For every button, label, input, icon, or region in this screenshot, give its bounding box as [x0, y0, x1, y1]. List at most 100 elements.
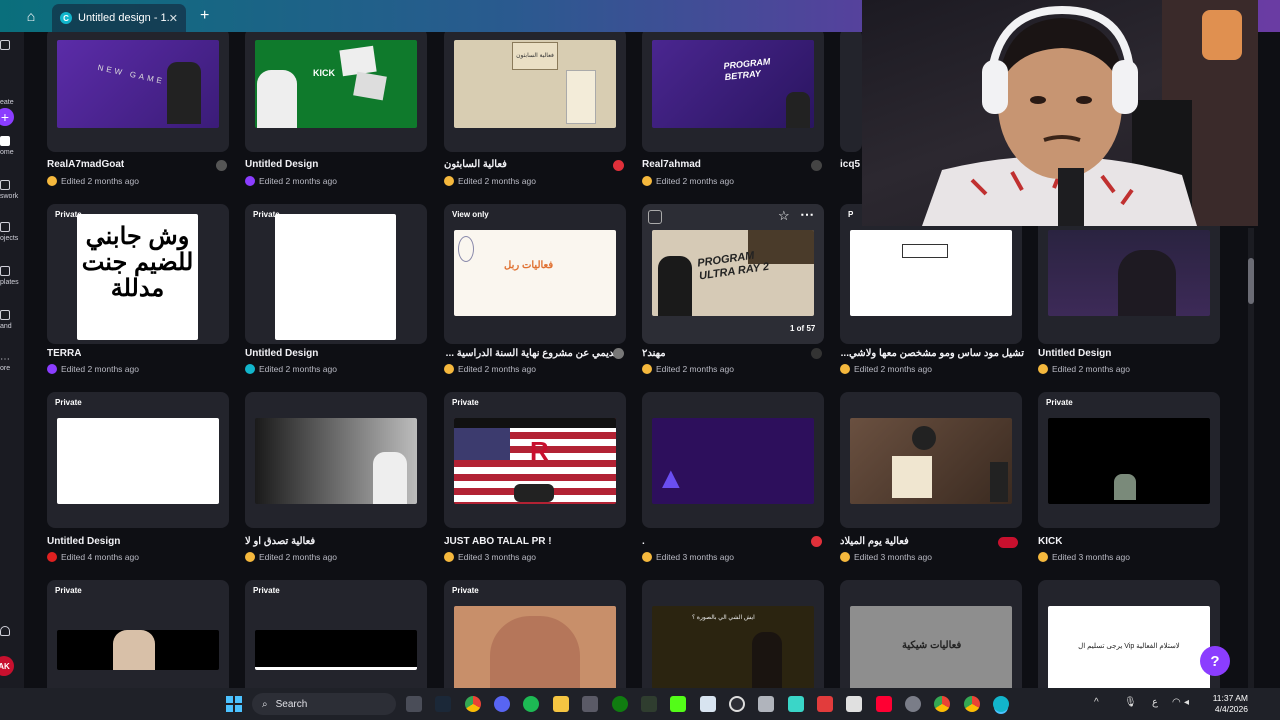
design-card[interactable]: Private — [444, 580, 626, 688]
owner-icon — [613, 160, 624, 171]
character-figure — [113, 630, 155, 670]
content-scrollbar[interactable] — [1248, 228, 1254, 688]
design-card[interactable]: فعالية السابثون — [444, 32, 626, 152]
thumb-text: ايش الشي الي بالصورة ؟ — [692, 615, 755, 621]
design-title[interactable]: Untitled Design — [47, 536, 120, 547]
new-tab-icon[interactable]: + — [200, 7, 209, 25]
adobe-icon[interactable] — [876, 696, 892, 712]
design-title[interactable]: RealA7madGoat — [47, 159, 124, 170]
design-card[interactable]: View only فعاليات ربل — [444, 204, 626, 344]
design-card[interactable] — [840, 392, 1022, 528]
design-card[interactable]: KICK — [245, 32, 427, 152]
rail-brand[interactable]: and — [0, 310, 24, 330]
design-title[interactable]: . — [642, 536, 645, 547]
design-title[interactable]: تشيل مود ساس ومو مشخصن معها ولاشي... — [840, 348, 1024, 359]
create-button[interactable]: + — [0, 108, 14, 126]
design-edited: Edited 2 months ago — [47, 176, 139, 186]
rail-projects[interactable]: ojects — [0, 222, 24, 242]
owner-avatar-icon — [245, 364, 255, 374]
steam-icon[interactable] — [435, 696, 451, 712]
notifications-bell-icon[interactable] — [0, 626, 24, 639]
design-card[interactable]: PROGRAM BETRAY — [642, 32, 824, 152]
design-thumbnail — [255, 630, 417, 670]
design-title[interactable]: Untitled Design — [1038, 348, 1111, 359]
design-edited: Edited 3 months ago — [642, 552, 734, 562]
design-card[interactable]: Private — [245, 580, 427, 688]
taskbar-search[interactable]: ⌕ Search — [252, 693, 396, 715]
wifi-icon[interactable]: ◠ — [1172, 697, 1181, 708]
design-card[interactable]: Private — [47, 580, 229, 688]
design-edited: Edited 2 months ago — [444, 364, 536, 374]
taskbar-clock[interactable]: 11:37 AM 4/4/2026 — [1200, 693, 1248, 715]
settings-gear-icon[interactable] — [905, 696, 921, 712]
capcut-app-icon[interactable] — [846, 696, 862, 712]
kick-icon[interactable] — [670, 696, 686, 712]
design-card[interactable]: يرجى تسليم ال Vip لاستلام الفعالية — [1038, 580, 1220, 688]
design-card[interactable]: Private وش جابني للضيم جنت مدللة — [47, 204, 229, 344]
rail-panel-icon[interactable] — [0, 40, 24, 53]
recycle-icon[interactable] — [758, 696, 774, 712]
owner-avatar-icon — [444, 176, 454, 186]
design-title[interactable]: فعالية السابثون — [444, 159, 507, 170]
volume-icon[interactable]: ◂ — [1184, 697, 1189, 708]
design-title[interactable]: KICK — [1038, 536, 1062, 547]
home-tab-icon[interactable]: ⌂ — [16, 2, 46, 30]
tab-close-icon[interactable]: ✕ — [169, 12, 178, 25]
design-title[interactable]: فعالية تصدق او لا — [245, 536, 315, 547]
design-card[interactable]: ايش الشي الي بالصورة ؟ — [642, 580, 824, 688]
design-card[interactable]: Private R — [444, 392, 626, 528]
design-card[interactable]: فعاليات شيكية — [840, 580, 1022, 688]
design-title[interactable]: مهند٢ — [642, 348, 666, 359]
clock-date: 4/4/2026 — [1214, 704, 1248, 714]
design-title[interactable]: icq5 — [840, 159, 862, 170]
rail-more[interactable]: ⋯ ore — [0, 354, 24, 372]
teams-icon[interactable] — [788, 696, 804, 712]
design-title[interactable]: فعالية يوم الميلاد — [840, 536, 909, 547]
canva-icon[interactable] — [993, 696, 1009, 712]
design-title[interactable]: Real7ahmad — [642, 159, 701, 170]
store-icon[interactable] — [582, 696, 598, 712]
design-card[interactable]: NEW GAME — [47, 32, 229, 152]
chrome-icon[interactable] — [465, 696, 481, 712]
keyboard-language[interactable]: ع — [1152, 697, 1158, 708]
microphone-icon[interactable]: 🎙 — [1124, 697, 1137, 708]
tray-chevron-icon[interactable]: ^ — [1094, 697, 1099, 708]
design-card[interactable]: Private — [47, 392, 229, 528]
browser-tab[interactable]: C Untitled design - 1... ✕ — [52, 4, 186, 32]
capcut-icon[interactable] — [729, 696, 745, 712]
chrome-profile-icon[interactable] — [934, 696, 950, 712]
star-icon[interactable]: ☆ — [778, 208, 790, 224]
nvidia-icon[interactable] — [641, 696, 657, 712]
more-options-icon[interactable]: ⋯ — [800, 206, 814, 223]
design-card[interactable] — [245, 392, 427, 528]
wps-icon[interactable] — [817, 696, 833, 712]
design-card[interactable] — [840, 32, 862, 152]
windows-start-icon[interactable] — [226, 696, 242, 712]
help-button[interactable]: ? — [1200, 646, 1230, 676]
spotify-icon[interactable] — [523, 696, 539, 712]
notepad-icon[interactable] — [700, 696, 716, 712]
discord-icon[interactable] — [494, 696, 510, 712]
select-checkbox[interactable] — [648, 210, 662, 224]
design-title[interactable]: Untitled Design — [245, 348, 318, 359]
text-box — [902, 244, 948, 258]
design-title[interactable]: Untitled Design — [245, 159, 318, 170]
scrollbar-thumb[interactable] — [1248, 258, 1254, 304]
design-card[interactable]: ▲ — [642, 392, 824, 528]
chrome-profile-2-icon[interactable] — [964, 696, 980, 712]
file-explorer-icon[interactable] — [553, 696, 569, 712]
youtube-icon — [47, 552, 57, 562]
rail-work[interactable]: swork — [0, 180, 24, 200]
xbox-icon[interactable] — [612, 696, 628, 712]
design-card-hovered[interactable]: ☆ ⋯ PROGRAM ULTRA RAY 2 1 of 57 — [642, 204, 824, 344]
rail-templates[interactable]: plates — [0, 266, 24, 286]
camera-app-icon[interactable] — [406, 696, 422, 712]
design-card[interactable]: Private — [245, 204, 427, 344]
design-title[interactable]: JUST ABO TALAL PR ! — [444, 536, 552, 547]
design-title[interactable]: TERRA — [47, 348, 81, 359]
rail-home[interactable]: ome — [0, 136, 24, 156]
design-title[interactable]: تقديمي عن مشروع نهاية السنة الدراسية ... — [444, 348, 622, 359]
design-card[interactable]: Private — [1038, 392, 1220, 528]
user-avatar[interactable]: AK — [0, 656, 14, 676]
thumb-text: فعاليات شيكية — [902, 640, 962, 651]
